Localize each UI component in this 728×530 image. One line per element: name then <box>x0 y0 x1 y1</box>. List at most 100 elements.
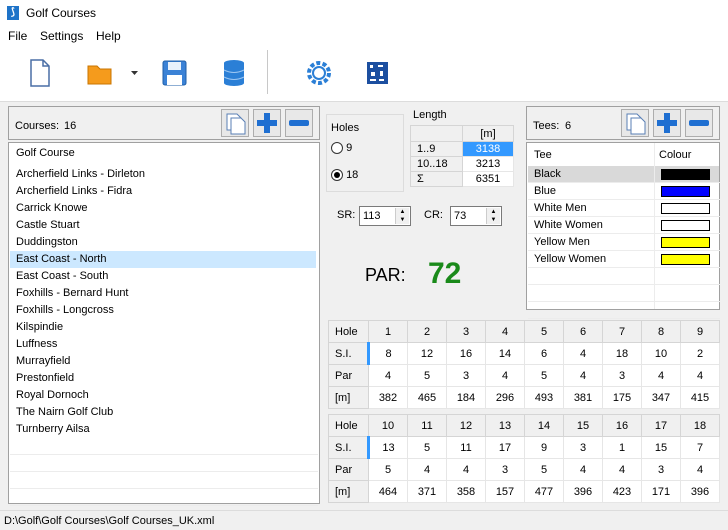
hole-si-cell[interactable]: 8 <box>368 342 408 365</box>
course-list-item[interactable]: East Coast - South <box>10 268 316 285</box>
hole-m-cell[interactable]: 157 <box>485 480 525 503</box>
open-folder-button[interactable] <box>80 54 118 92</box>
remove-course-button[interactable] <box>285 109 313 137</box>
hole-par-cell[interactable]: 4 <box>680 364 720 387</box>
cr-spinner[interactable]: 73 ▲ ▼ <box>450 206 502 226</box>
hole-m-cell[interactable]: 465 <box>407 386 447 409</box>
hole-par-cell[interactable]: 3 <box>485 458 525 481</box>
holes-9-radio[interactable]: 9 <box>331 142 352 155</box>
length-value[interactable]: 3138 <box>462 141 514 157</box>
save-button[interactable] <box>155 54 193 92</box>
hole-par-cell[interactable]: 4 <box>641 364 681 387</box>
holes-18-radio[interactable]: 18 <box>331 169 358 182</box>
database-button[interactable] <box>215 54 253 92</box>
tee-colour-swatch[interactable] <box>661 186 710 197</box>
tee-list-item[interactable]: Blue <box>528 183 654 200</box>
tee-list-item[interactable]: Yellow Men <box>528 234 654 251</box>
cr-up-icon[interactable]: ▲ <box>487 208 500 216</box>
hole-par-cell[interactable]: 4 <box>368 364 408 387</box>
course-list-item[interactable]: Royal Dornoch <box>10 387 316 404</box>
hole-m-cell[interactable]: 464 <box>368 480 408 503</box>
sr-down-icon[interactable]: ▼ <box>396 216 409 224</box>
length-value[interactable]: 3213 <box>462 156 514 172</box>
course-list-item[interactable]: Luffness <box>10 336 316 353</box>
menu-help[interactable]: Help <box>96 29 121 43</box>
tee-list-item[interactable]: White Men <box>528 200 654 217</box>
tee-colour-swatch[interactable] <box>661 203 710 214</box>
course-list-item[interactable]: Carrick Knowe <box>10 200 316 217</box>
hole-si-cell[interactable]: 7 <box>680 436 720 459</box>
length-value[interactable]: 6351 <box>462 171 514 187</box>
hole-m-cell[interactable]: 171 <box>641 480 681 503</box>
course-list-item[interactable]: Duddingston <box>10 234 316 251</box>
cr-down-icon[interactable]: ▼ <box>487 216 500 224</box>
hole-par-cell[interactable]: 4 <box>680 458 720 481</box>
hole-par-cell[interactable]: 4 <box>407 458 447 481</box>
hole-m-cell[interactable]: 347 <box>641 386 681 409</box>
course-list-item[interactable]: Prestonfield <box>10 370 316 387</box>
hole-si-cell[interactable]: 4 <box>563 342 603 365</box>
course-list-item[interactable]: Kilspindie <box>10 319 316 336</box>
hole-si-cell[interactable]: 10 <box>641 342 681 365</box>
hole-m-cell[interactable]: 493 <box>524 386 564 409</box>
hole-m-cell[interactable]: 184 <box>446 386 486 409</box>
new-file-button[interactable] <box>20 54 58 92</box>
tee-colour-swatch[interactable] <box>661 237 710 248</box>
hole-si-cell[interactable]: 6 <box>524 342 564 365</box>
hole-m-cell[interactable]: 371 <box>407 480 447 503</box>
hole-si-cell[interactable]: 12 <box>407 342 447 365</box>
hole-m-cell[interactable]: 415 <box>680 386 720 409</box>
sr-spinner[interactable]: 113 ▲ ▼ <box>359 206 411 226</box>
hole-par-cell[interactable]: 4 <box>446 458 486 481</box>
hole-par-cell[interactable]: 5 <box>368 458 408 481</box>
hole-si-cell[interactable]: 9 <box>524 436 564 459</box>
hole-par-cell[interactable]: 5 <box>407 364 447 387</box>
add-tee-button[interactable] <box>653 109 681 137</box>
hole-si-cell[interactable]: 3 <box>563 436 603 459</box>
hole-si-cell[interactable]: 15 <box>641 436 681 459</box>
remove-tee-button[interactable] <box>685 109 713 137</box>
settings-button[interactable] <box>300 54 338 92</box>
hole-m-cell[interactable]: 175 <box>602 386 642 409</box>
hole-m-cell[interactable]: 382 <box>368 386 408 409</box>
add-course-button[interactable] <box>253 109 281 137</box>
hole-m-cell[interactable]: 423 <box>602 480 642 503</box>
hole-m-cell[interactable]: 396 <box>680 480 720 503</box>
hole-par-cell[interactable]: 4 <box>563 364 603 387</box>
copy-tee-button[interactable] <box>621 109 649 137</box>
menu-settings[interactable]: Settings <box>40 29 83 43</box>
hole-m-cell[interactable]: 358 <box>446 480 486 503</box>
open-dropdown-button[interactable] <box>126 54 142 92</box>
hole-par-cell[interactable]: 5 <box>524 458 564 481</box>
hole-par-cell[interactable]: 4 <box>485 364 525 387</box>
hole-si-cell[interactable]: 16 <box>446 342 486 365</box>
hole-si-cell[interactable]: 17 <box>485 436 525 459</box>
hole-m-cell[interactable]: 381 <box>563 386 603 409</box>
hole-si-cell[interactable]: 11 <box>446 436 486 459</box>
hole-par-cell[interactable]: 3 <box>602 364 642 387</box>
barcode-button[interactable] <box>358 54 396 92</box>
hole-m-cell[interactable]: 396 <box>563 480 603 503</box>
hole-m-cell[interactable]: 477 <box>524 480 564 503</box>
course-list-item[interactable]: Murrayfield <box>10 353 316 370</box>
hole-par-cell[interactable]: 5 <box>524 364 564 387</box>
hole-si-cell[interactable]: 13 <box>368 436 408 459</box>
hole-m-cell[interactable]: 296 <box>485 386 525 409</box>
hole-par-cell[interactable]: 4 <box>602 458 642 481</box>
tee-colour-swatch[interactable] <box>661 254 710 265</box>
hole-si-cell[interactable]: 14 <box>485 342 525 365</box>
course-list-item[interactable]: The Nairn Golf Club <box>10 404 316 421</box>
sr-up-icon[interactable]: ▲ <box>396 208 409 216</box>
hole-si-cell[interactable]: 18 <box>602 342 642 365</box>
menu-file[interactable]: File <box>8 29 27 43</box>
hole-si-cell[interactable]: 2 <box>680 342 720 365</box>
course-list-item[interactable]: Castle Stuart <box>10 217 316 234</box>
tee-list-item[interactable]: Yellow Women <box>528 251 654 268</box>
tee-colour-swatch[interactable] <box>661 169 710 180</box>
hole-par-cell[interactable]: 4 <box>563 458 603 481</box>
hole-par-cell[interactable]: 3 <box>446 364 486 387</box>
course-list-item[interactable]: Archerfield Links - Fidra <box>10 183 316 200</box>
tee-colour-swatch[interactable] <box>661 220 710 231</box>
hole-si-cell[interactable]: 5 <box>407 436 447 459</box>
course-list-item[interactable]: Foxhills - Bernard Hunt <box>10 285 316 302</box>
